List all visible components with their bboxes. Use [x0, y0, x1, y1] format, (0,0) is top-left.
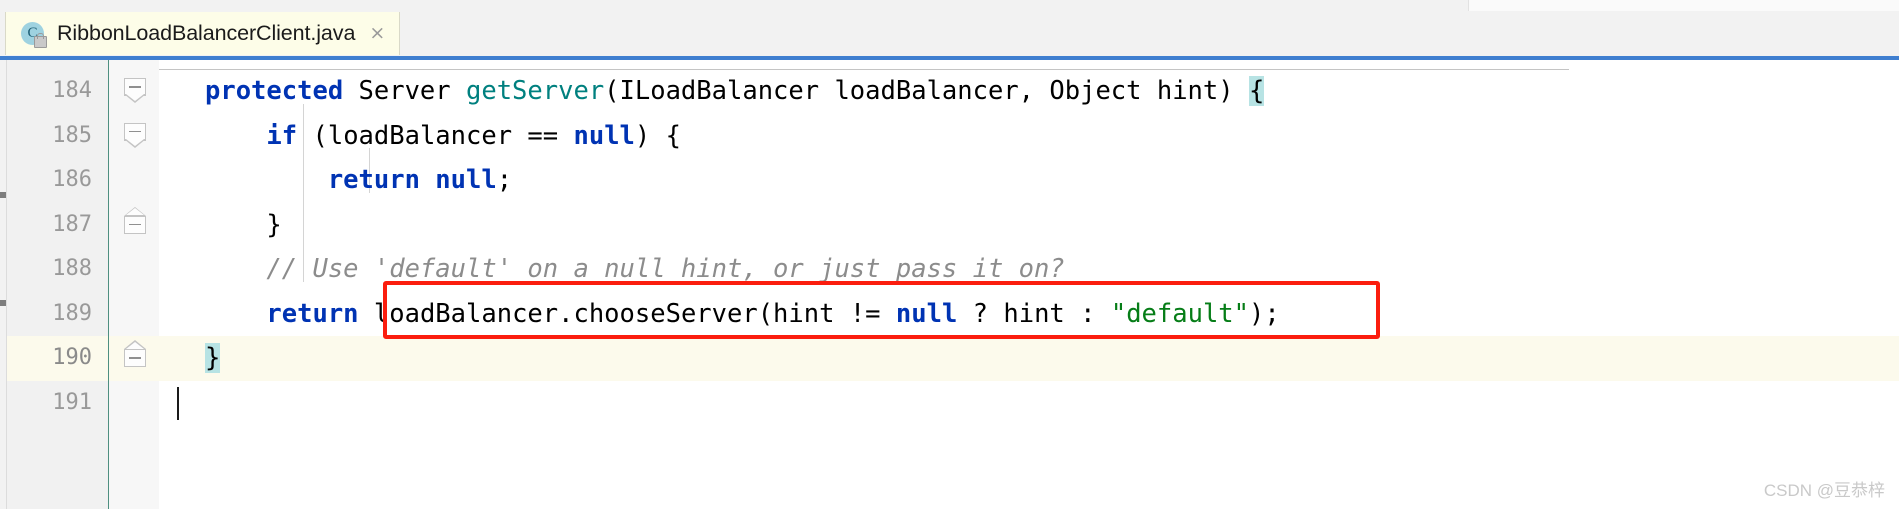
- code-token: {: [1248, 76, 1265, 106]
- code-token: }: [205, 343, 221, 373]
- gutter-row[interactable]: 185: [7, 114, 108, 159]
- fold-row[interactable]: [109, 292, 160, 337]
- fold-collapse-icon[interactable]: [124, 122, 146, 149]
- fold-row[interactable]: [109, 203, 160, 248]
- gutter-row[interactable]: 188: [7, 247, 108, 292]
- fold-row[interactable]: [109, 336, 160, 381]
- code-token: (loadBalancer ==: [297, 120, 574, 151]
- code-row[interactable]: // Use 'default' on a null hint, or just…: [159, 247, 1899, 292]
- code-token: protected: [205, 76, 344, 106]
- code-token: null: [573, 120, 635, 151]
- editor-tab-ribbonloadbalancerclient[interactable]: C RibbonLoadBalancerClient.java ×: [5, 12, 401, 55]
- code-line-text: protected Server getServer(ILoadBalancer…: [205, 69, 1265, 114]
- code-row[interactable]: }: [159, 203, 1899, 248]
- code-token: return: [266, 298, 359, 329]
- gutter-row[interactable]: 186: [7, 158, 108, 203]
- line-number: 190: [52, 345, 92, 370]
- fold-marker-tip: [124, 138, 146, 148]
- code-token: ) {: [634, 120, 681, 151]
- line-number-gutter[interactable]: 184 185 186 187 188 189 190 191: [7, 60, 108, 509]
- code-token: ;: [496, 165, 513, 195]
- gutter-row[interactable]: 189: [7, 292, 108, 337]
- line-number: 186: [52, 167, 92, 192]
- fold-end-icon[interactable]: [124, 206, 146, 242]
- code-token: );: [1249, 298, 1280, 329]
- line-number: 187: [52, 211, 92, 237]
- code-token: return null: [327, 165, 497, 195]
- line-number: 184: [52, 78, 92, 103]
- code-token: (ILoadBalancer loadBalancer, Object hint…: [604, 76, 1249, 106]
- fold-marker-tip: [124, 94, 146, 103]
- code-row[interactable]: return loadBalancer.chooseServer(hint !=…: [159, 292, 1899, 337]
- code-token: }: [205, 209, 282, 240]
- editor-tab-label: RibbonLoadBalancerClient.java: [57, 21, 356, 45]
- fold-row[interactable]: [109, 381, 160, 426]
- code-row[interactable]: [159, 381, 1899, 426]
- fold-end-icon[interactable]: [124, 340, 146, 375]
- code-row[interactable]: }: [159, 336, 1899, 381]
- fold-marker-tip: [124, 206, 146, 216]
- left-marker-stripe[interactable]: [0, 60, 7, 509]
- fold-collapse-icon[interactable]: [124, 78, 146, 104]
- gutter-row[interactable]: 191: [7, 381, 108, 426]
- minus-icon: [129, 223, 141, 226]
- line-number: 185: [52, 122, 92, 148]
- code-token: getServer: [466, 76, 605, 106]
- code-folding-gutter[interactable]: [108, 60, 160, 509]
- fold-row[interactable]: [109, 158, 160, 203]
- gutter-row[interactable]: 190: [7, 336, 108, 381]
- fold-row[interactable]: [109, 114, 160, 159]
- code-line-text: return loadBalancer.chooseServer(hint !=…: [205, 292, 1280, 337]
- code-row[interactable]: return null;: [159, 158, 1899, 203]
- code-token: Server: [343, 76, 466, 106]
- code-row[interactable]: if (loadBalancer == null) {: [159, 114, 1899, 159]
- stripe-marker: [0, 300, 6, 306]
- minus-icon: [129, 130, 141, 133]
- code-line-text: }: [205, 336, 221, 381]
- code-row[interactable]: protected Server getServer(ILoadBalancer…: [159, 69, 1899, 114]
- code-editor[interactable]: 184 185 186 187 188 189 190 191 protected Serve…: [0, 56, 1899, 509]
- lock-overlay-icon: [34, 32, 47, 48]
- stripe-marker: [0, 192, 6, 198]
- fold-row[interactable]: [109, 247, 160, 292]
- minus-icon: [129, 86, 141, 88]
- fold-marker-tip: [124, 340, 146, 349]
- code-token: "default": [1110, 298, 1250, 329]
- window-top-strip-right-panel: [1468, 0, 1899, 11]
- java-class-icon: C: [20, 21, 47, 48]
- line-number: 191: [52, 389, 92, 415]
- csdn-watermark: CSDN @豆恭梓: [1763, 481, 1885, 500]
- code-token: null: [895, 298, 958, 329]
- gutter-row[interactable]: 187: [7, 203, 108, 248]
- code-text-area[interactable]: protected Server getServer(ILoadBalancer…: [159, 60, 1899, 509]
- code-line-text: }: [205, 203, 282, 248]
- code-token: if: [266, 120, 298, 151]
- close-icon[interactable]: ×: [369, 24, 385, 43]
- code-token: // Use 'default' on a null hint, or just…: [205, 254, 1065, 284]
- line-number: 188: [52, 256, 92, 281]
- fold-row[interactable]: [109, 69, 160, 114]
- gutter-row[interactable]: 184: [7, 69, 108, 114]
- minus-icon: [129, 357, 141, 359]
- editor-tab-bar: C RibbonLoadBalancerClient.java ×: [0, 12, 1899, 56]
- line-number: 189: [52, 300, 92, 326]
- code-line-text: // Use 'default' on a null hint, or just…: [205, 247, 1065, 292]
- code-token: ? hint :: [957, 298, 1111, 329]
- code-token: loadBalancer.chooseServer(hint !=: [358, 298, 896, 329]
- code-line-text: return null;: [205, 158, 512, 203]
- code-line-text: if (loadBalancer == null) {: [205, 114, 681, 159]
